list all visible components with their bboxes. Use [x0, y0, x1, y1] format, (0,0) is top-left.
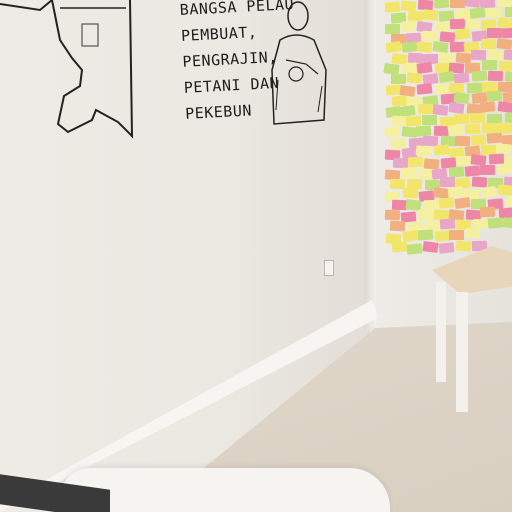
sticky-note	[385, 1, 401, 13]
sticky-note	[482, 123, 498, 134]
sticky-note	[390, 220, 406, 232]
sticky-note	[406, 243, 423, 255]
sticky-note	[402, 188, 419, 199]
sticky-note	[422, 114, 438, 126]
sticky-note	[391, 115, 408, 127]
sticky-note	[455, 240, 472, 252]
sticky-note	[406, 72, 423, 84]
sticky-note	[421, 30, 438, 42]
sticky-note	[433, 0, 450, 9]
sticky-note	[391, 94, 408, 107]
sticky-note	[496, 163, 512, 175]
sticky-note	[479, 101, 496, 114]
sticky-note	[416, 83, 433, 95]
sticky-note	[486, 132, 503, 144]
sticky-note	[497, 184, 512, 196]
stool-leg	[456, 292, 468, 412]
sticky-note	[455, 155, 472, 167]
sticky-note	[466, 82, 483, 94]
sticky-note	[385, 41, 402, 54]
sticky-note	[391, 74, 407, 85]
wall-corner	[364, 0, 376, 330]
sticky-note	[417, 209, 433, 221]
sticky-note	[434, 21, 450, 33]
sticky-note	[449, 0, 466, 9]
sticky-note	[423, 199, 439, 211]
sticky-note	[401, 40, 418, 53]
sticky-note	[471, 70, 487, 82]
sticky-note	[480, 186, 497, 198]
sticky-note	[480, 164, 496, 175]
sticky-note	[422, 241, 440, 254]
sticky-note	[479, 207, 496, 218]
map-drawing	[0, 0, 134, 139]
sticky-note	[487, 28, 503, 39]
sticky-note	[417, 103, 434, 115]
sticky-note	[391, 241, 408, 253]
sticky-note	[439, 177, 455, 188]
sticky-note	[504, 194, 512, 207]
sticky-note	[438, 197, 455, 209]
sticky-note	[455, 52, 472, 64]
sticky-note	[385, 126, 401, 138]
gallery-scene: BANGSA PELAU PEMBUAT, PENGRAJIN, PETANI …	[0, 0, 512, 512]
sticky-note	[407, 156, 424, 168]
sticky-note	[417, 41, 433, 53]
sticky-note	[487, 216, 504, 229]
sticky-note	[503, 49, 512, 61]
sticky-note	[488, 153, 505, 165]
sticky-note	[497, 101, 512, 113]
sticky-note	[423, 158, 439, 170]
sticky-note	[439, 218, 455, 230]
sticky-note-wall	[383, 0, 512, 258]
sticky-note	[454, 196, 471, 209]
sticky-note	[454, 113, 470, 124]
sticky-note	[447, 101, 465, 114]
sticky-note	[448, 166, 465, 178]
sticky-note	[469, 7, 486, 19]
sticky-note	[438, 241, 455, 254]
sticky-note	[385, 210, 401, 221]
stool-leg	[436, 282, 446, 382]
sticky-note	[487, 90, 503, 102]
sticky-note	[415, 145, 432, 157]
sticky-note	[496, 38, 512, 50]
sticky-note	[447, 124, 464, 136]
sticky-note	[449, 18, 465, 29]
sticky-note	[385, 23, 401, 34]
mural-text: BANGSA PELAU PEMBUAT, PENGRAJIN, PETANI …	[179, 0, 299, 187]
sticky-note	[454, 136, 470, 147]
sticky-note	[464, 228, 480, 239]
sticky-note	[504, 7, 512, 18]
wall-switch	[324, 260, 334, 276]
sticky-note	[422, 9, 439, 22]
sticky-note	[482, 59, 498, 71]
sticky-note	[498, 59, 512, 72]
sticky-note	[502, 216, 512, 229]
sticky-note	[464, 165, 481, 177]
sticky-note	[438, 71, 455, 84]
sticky-note	[453, 28, 471, 41]
sticky-note	[434, 231, 451, 242]
mural-line: PEKEBUN	[184, 101, 253, 123]
sticky-note	[448, 230, 464, 241]
sticky-note	[401, 167, 418, 179]
sticky-note	[434, 83, 451, 95]
sticky-note	[488, 71, 504, 82]
sticky-note	[465, 123, 481, 134]
sticky-note	[402, 229, 419, 242]
sticky-note	[480, 39, 496, 50]
sticky-note	[400, 20, 417, 32]
sticky-note	[447, 186, 464, 198]
sticky-note	[471, 49, 487, 60]
sticky-note	[405, 115, 422, 126]
sticky-note	[470, 135, 487, 146]
sticky-note	[418, 229, 434, 241]
sticky-note	[501, 27, 512, 39]
sticky-note	[433, 144, 450, 156]
